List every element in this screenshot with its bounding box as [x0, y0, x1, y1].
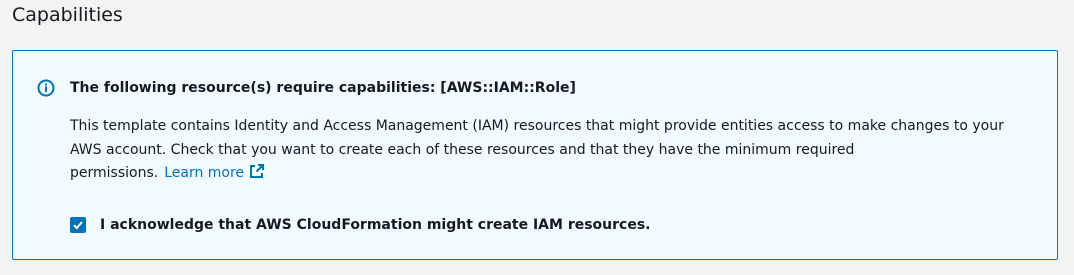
alert-body: This template contains Identity and Acce… — [70, 115, 1030, 186]
learn-more-link[interactable]: Learn more — [164, 163, 265, 181]
acknowledge-checkbox[interactable] — [70, 217, 86, 233]
info-icon — [37, 79, 55, 97]
capabilities-page: Capabilities The following resource(s) r… — [0, 0, 1074, 275]
acknowledge-row: I acknowledge that AWS CloudFormation mi… — [70, 215, 651, 235]
capabilities-alert: The following resource(s) require capabi… — [12, 50, 1058, 260]
section-title: Capabilities — [12, 4, 123, 26]
external-link-icon — [249, 163, 265, 179]
acknowledge-label[interactable]: I acknowledge that AWS CloudFormation mi… — [100, 215, 651, 235]
learn-more-label: Learn more — [164, 165, 245, 181]
alert-heading: The following resource(s) require capabi… — [70, 80, 576, 96]
checkmark-icon — [73, 221, 83, 230]
